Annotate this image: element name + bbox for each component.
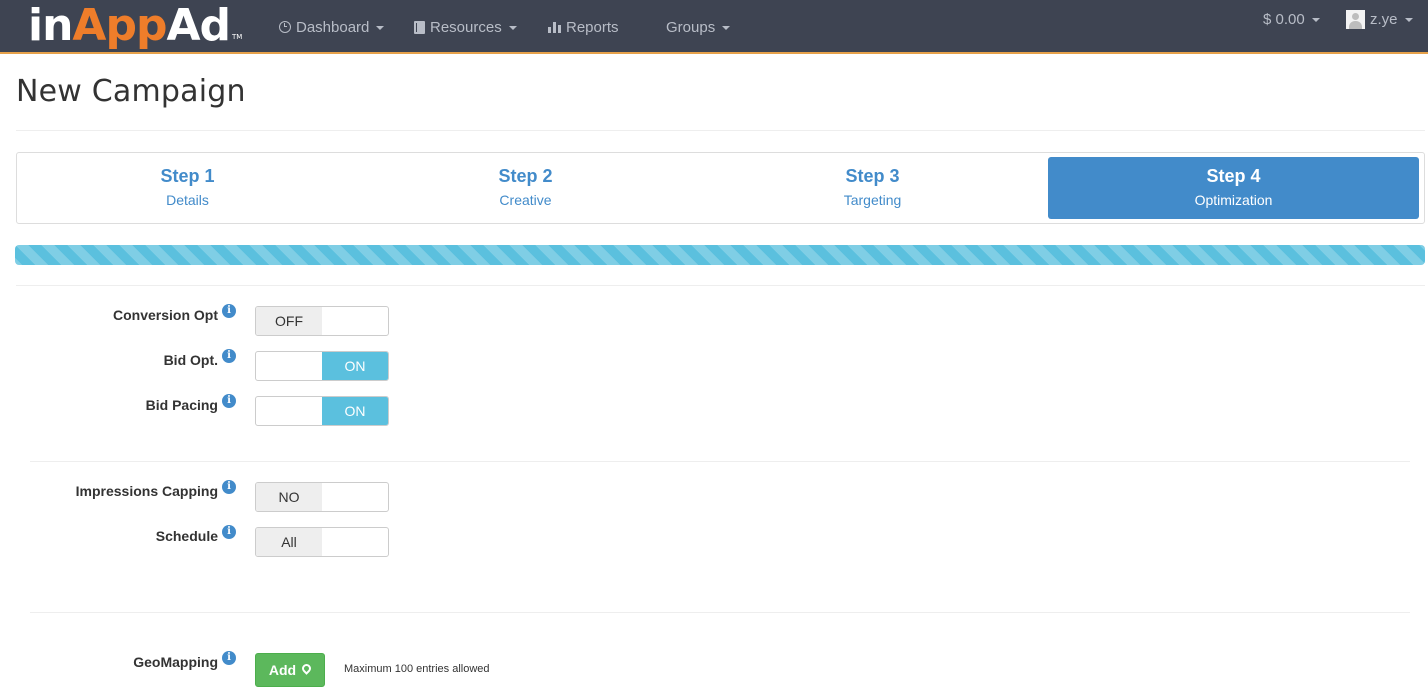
top-navbar: in App Ad TM Dashboard Resources Reports Gr… (0, 0, 1428, 54)
wizard-step-3[interactable]: Step 3 Targeting (697, 157, 1048, 219)
caret-down-icon (722, 26, 731, 30)
logo-text-in: in (28, 0, 73, 51)
toggle-state-label: NO (256, 483, 322, 511)
logo-text-app: App (72, 0, 167, 51)
divider (30, 461, 1410, 462)
wizard-progress-bar (15, 245, 1425, 265)
info-icon[interactable]: i (222, 651, 236, 665)
caret-down-icon (1404, 18, 1413, 22)
step-subtitle: Targeting (843, 192, 902, 208)
user-name: z.ye (1370, 10, 1398, 28)
impressions-capping-toggle[interactable]: NO (255, 482, 389, 512)
toggle-state-label: ON (322, 352, 388, 380)
step-title: Step 2 (498, 166, 553, 186)
toggle-state-label: All (256, 528, 322, 556)
caret-down-icon (376, 26, 385, 30)
bid-opt-toggle[interactable]: ON (255, 351, 389, 381)
wizard-step-1[interactable]: Step 1 Details (21, 157, 354, 219)
info-icon[interactable]: i (222, 349, 236, 363)
add-button-label: Add (268, 662, 297, 678)
geomapping-label: GeoMapping i (133, 651, 236, 670)
brand-logo[interactable]: in App Ad TM (28, 2, 242, 50)
step-subtitle: Creative (499, 192, 552, 208)
nav-groups[interactable]: Groups (649, 0, 731, 54)
page-title: New Campaign (16, 74, 246, 109)
balance-dropdown[interactable]: $ 0.00 (1263, 0, 1320, 46)
step-title: Step 3 (845, 166, 900, 186)
conversion-opt-label: Conversion Opt i (113, 304, 236, 323)
info-icon[interactable]: i (222, 394, 236, 408)
nav-dashboard-label: Dashboard (296, 18, 370, 36)
nav-reports-label: Reports (566, 18, 619, 36)
schedule-toggle[interactable]: All (255, 527, 389, 557)
clock-icon (279, 21, 291, 33)
nav-dashboard[interactable]: Dashboard (279, 0, 385, 54)
avatar (1346, 9, 1365, 29)
toggle-state-label: OFF (256, 307, 322, 335)
nav-resources-label: Resources (430, 18, 502, 36)
nav-reports[interactable]: Reports (548, 0, 619, 54)
divider (16, 285, 1425, 286)
impressions-capping-label: Impressions Capping i (76, 480, 236, 499)
map-marker-icon (300, 662, 313, 675)
divider (30, 612, 1410, 613)
logo-trademark: TM (232, 33, 243, 41)
info-icon[interactable]: i (222, 480, 236, 494)
add-geomapping-button[interactable]: Add (255, 653, 325, 687)
progress-fill (15, 245, 1425, 265)
step-title: Step 4 (1206, 166, 1261, 186)
divider (16, 130, 1425, 131)
wizard-steps: Step 1 Details Step 2 Creative Step 3 Ta… (16, 152, 1425, 224)
nav-groups-label: Groups (666, 18, 716, 36)
caret-down-icon (508, 26, 517, 30)
info-icon[interactable]: i (222, 304, 236, 318)
grid-icon (649, 21, 661, 33)
toggle-state-label: ON (322, 397, 388, 425)
step-subtitle: Optimization (1194, 192, 1273, 208)
step-subtitle: Details (166, 192, 209, 208)
balance-amount: $ 0.00 (1263, 10, 1305, 28)
wizard-step-2[interactable]: Step 2 Creative (359, 157, 692, 219)
wizard-step-4[interactable]: Step 4 Optimization (1048, 157, 1419, 219)
info-icon[interactable]: i (222, 525, 236, 539)
bid-pacing-label: Bid Pacing i (146, 394, 236, 413)
user-menu[interactable]: z.ye (1346, 0, 1413, 46)
schedule-label: Schedule i (156, 525, 236, 544)
geomapping-help-text: Maximum 100 entries allowed (344, 663, 490, 675)
bar-chart-icon (548, 21, 561, 33)
caret-down-icon (1311, 18, 1320, 22)
logo-text-ad: Ad (166, 0, 231, 51)
nav-resources[interactable]: Resources (414, 0, 517, 54)
bid-pacing-toggle[interactable]: ON (255, 396, 389, 426)
book-icon (414, 20, 425, 34)
bid-opt-label: Bid Opt. i (164, 349, 236, 368)
conversion-opt-toggle[interactable]: OFF (255, 306, 389, 336)
step-title: Step 1 (160, 166, 215, 186)
